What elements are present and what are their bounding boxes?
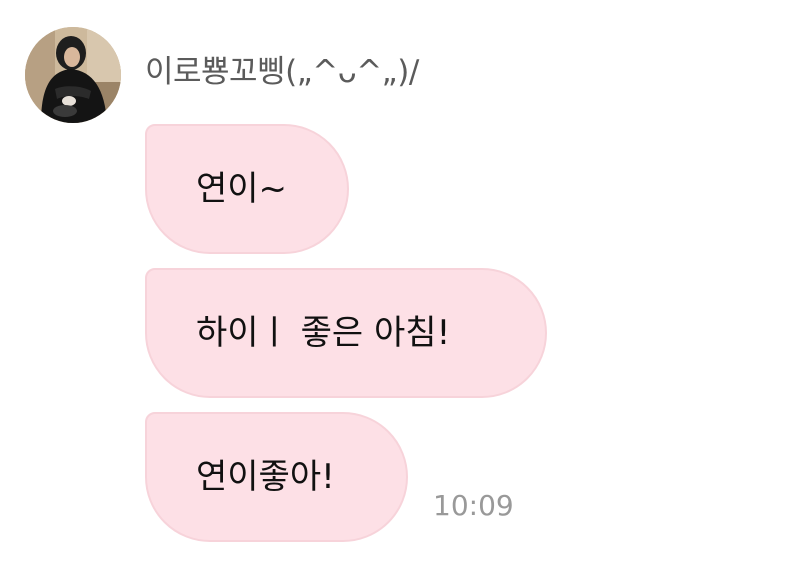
- message-bubble[interactable]: 연이~: [145, 124, 349, 254]
- message-text: 연이~: [196, 169, 288, 209]
- sender-name: 이로뿅꼬삥(„^ᴗ^„)/: [145, 54, 419, 90]
- message-bubble[interactable]: 연이좋아!: [145, 412, 408, 542]
- profile-photo-icon: [25, 27, 121, 123]
- message-text: 연이좋아!: [196, 457, 335, 497]
- message-text: 하이ㅣ 좋은 아침!: [196, 313, 451, 353]
- sender-avatar[interactable]: [25, 27, 121, 123]
- message-timestamp: 10:09: [433, 489, 514, 522]
- message-bubble[interactable]: 하이ㅣ 좋은 아침!: [145, 268, 547, 398]
